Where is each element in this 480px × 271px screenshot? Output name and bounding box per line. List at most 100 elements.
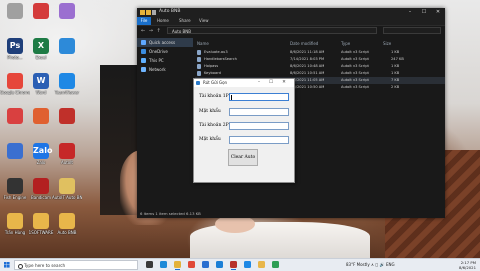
- windows-start-icon[interactable]: [4, 262, 10, 268]
- icon-2-icon: [33, 3, 49, 19]
- nav-item-icon: [141, 67, 146, 72]
- tab-file[interactable]: File: [137, 17, 151, 25]
- close-button[interactable]: ✕: [431, 8, 445, 17]
- bandicam-icon: [33, 178, 49, 194]
- text-caret: [231, 95, 232, 100]
- tab-share[interactable]: Share: [179, 17, 191, 25]
- label-password-2: Mật khẩu: [199, 137, 221, 142]
- nav-item-label: Quick access: [149, 40, 176, 45]
- autoit-folder-icon: [59, 178, 75, 194]
- maximize-button[interactable]: ☐: [417, 8, 431, 17]
- script-file-icon: [197, 57, 201, 62]
- desktop-icon-label: TeamViewer: [54, 90, 80, 95]
- file-date: 8/6/2021 10:50 AM: [290, 85, 325, 89]
- password-1-input[interactable]: [229, 108, 289, 116]
- account-2-input[interactable]: [229, 122, 289, 130]
- app-red-1-icon: [7, 108, 23, 124]
- file-type: AutoIt v3 Script: [341, 57, 369, 61]
- taskbar-file-explorer-icon[interactable]: [174, 261, 181, 270]
- tab-view[interactable]: View: [199, 17, 209, 25]
- app-4-icon: [7, 143, 23, 159]
- explorer-titlebar[interactable]: Auto BNB – ☐ ✕: [137, 8, 445, 17]
- quick-access-toolbar-icon[interactable]: [140, 10, 156, 15]
- column-size[interactable]: Size: [383, 41, 391, 46]
- file-date: 8/6/2021 11:18 AM: [290, 50, 325, 54]
- taskbar-task-view-icon[interactable]: [146, 261, 153, 268]
- file-row[interactable]: Hoipass 8/6/2021 10:48 AM AutoIt v3 Script…: [195, 63, 445, 70]
- taskbar-teamviewer-icon[interactable]: [244, 261, 251, 268]
- file-row[interactable]: Keyboard 8/6/2021 10:51 AM AutoIt v3 Scrip…: [195, 70, 445, 77]
- system-tray[interactable]: 83°F Mostly ∧ ◻ 🔊 ENG: [346, 262, 395, 267]
- nav-item-this-pc[interactable]: This PC: [137, 56, 193, 65]
- taskbar-mail-icon[interactable]: [216, 261, 223, 268]
- file-row[interactable]: Evaluate.au3 8/6/2021 11:18 AM AutoIt v3 S…: [195, 49, 445, 56]
- zalo-icon: Zalo: [33, 143, 52, 159]
- desktop-icon-autoit[interactable]: AutoIt: [52, 143, 82, 165]
- nav-item-icon: [141, 49, 146, 54]
- taskbar-autoit-icon[interactable]: [230, 261, 237, 270]
- game-icon: [7, 178, 23, 194]
- autoit-icon: [59, 143, 75, 159]
- clock-date: 8/6/2021: [458, 265, 476, 270]
- desktop-icon-label: Auto BNB: [57, 230, 77, 235]
- desktop-icon-autoit-folder[interactable]: AutoIT Auto BNB: [52, 178, 82, 200]
- app-blue-icon: [59, 38, 75, 54]
- file-size: 2 KB: [391, 85, 400, 89]
- taskbar-chrome-icon[interactable]: [188, 261, 195, 268]
- file-name: Hoipass: [204, 64, 219, 68]
- nav-item-quick-access[interactable]: Quick access: [137, 38, 193, 47]
- password-2-input[interactable]: [229, 136, 289, 144]
- nav-item-onedrive[interactable]: OneDrive: [137, 47, 193, 56]
- desktop-icon-app-red-3[interactable]: [52, 108, 82, 125]
- column-date[interactable]: Date modified: [290, 41, 318, 46]
- desktop-icon-teamviewer[interactable]: TeamViewer: [52, 73, 82, 95]
- file-row[interactable]: HandlebarsSearch 7/14/2021 8:03 PM AutoIt …: [195, 56, 445, 63]
- nav-item-network[interactable]: Network: [137, 65, 193, 74]
- dialog-close-button[interactable]: ✕: [279, 79, 289, 87]
- taskbar-app-green-icon[interactable]: [272, 261, 279, 268]
- label-account-1: Tài khoản 1P: [199, 94, 229, 99]
- file-type: AutoIt v3 Script: [341, 85, 369, 89]
- address-bar[interactable]: Auto BNB: [167, 27, 377, 34]
- file-date: 8/6/2021 10:51 AM: [290, 71, 325, 75]
- taskbar-edge-icon[interactable]: [160, 261, 167, 268]
- nav-item-label: OneDrive: [149, 49, 168, 54]
- ribbon-tabs: File Home Share View: [137, 17, 445, 26]
- folder-1-icon: [7, 213, 23, 229]
- file-type: AutoIt v3 Script: [341, 71, 369, 75]
- file-size: 1 KB: [391, 50, 400, 54]
- taskbar-store-icon[interactable]: [202, 261, 209, 268]
- dialog-titlebar[interactable]: Rút Gửi Gọn – ☐ ✕: [194, 79, 294, 87]
- column-name[interactable]: Name: [197, 41, 209, 46]
- file-type: AutoIt v3 Script: [341, 64, 369, 68]
- nav-arrows-icon[interactable]: ← → ↑: [141, 28, 162, 34]
- tab-home[interactable]: Home: [157, 17, 169, 25]
- minimize-button[interactable]: –: [403, 8, 417, 17]
- file-type: AutoIt v3 Script: [341, 78, 369, 82]
- desktop-icon-app-blue[interactable]: [52, 38, 82, 55]
- account-1-input[interactable]: [229, 93, 289, 101]
- script-file-icon: [197, 71, 201, 76]
- file-name: Evaluate.au3: [204, 50, 228, 54]
- taskbar-search-placeholder: Type here to search: [24, 263, 66, 268]
- taskbar-search[interactable]: Type here to search: [14, 260, 138, 270]
- desktop-icon-folder-3[interactable]: Auto BNB: [52, 213, 82, 235]
- desktop-icon-label: AutoIt: [60, 160, 74, 165]
- label-account-2: Tài khoản 2P: [199, 123, 229, 128]
- file-type: AutoIt v3 Script: [341, 50, 369, 54]
- clear-auto-button[interactable]: Clear Auto: [228, 149, 258, 166]
- file-date: 8/6/2021 11:05 AM: [290, 78, 325, 82]
- autoit-dialog[interactable]: Rút Gửi Gọn – ☐ ✕ Tài khoản 1P Mật khẩu …: [193, 78, 295, 183]
- address-path: Auto BNB: [172, 29, 192, 34]
- desktop-icon-icon-3[interactable]: [52, 3, 82, 20]
- photoshop-icon: Ps: [7, 38, 23, 54]
- taskbar-explorer-2-icon[interactable]: [258, 261, 265, 268]
- dialog-maximize-button[interactable]: ☐: [266, 79, 276, 87]
- explorer-search-input[interactable]: [383, 27, 441, 34]
- dialog-title: Rút Gửi Gọn: [203, 80, 228, 85]
- desktop-icon-label: AutoIT Auto BNB: [52, 195, 82, 200]
- clock[interactable]: 2:17 PM 8/6/2021: [459, 260, 476, 270]
- dialog-minimize-button[interactable]: –: [254, 79, 264, 87]
- file-size: 1 KB: [391, 64, 400, 68]
- column-type[interactable]: Type: [341, 41, 350, 46]
